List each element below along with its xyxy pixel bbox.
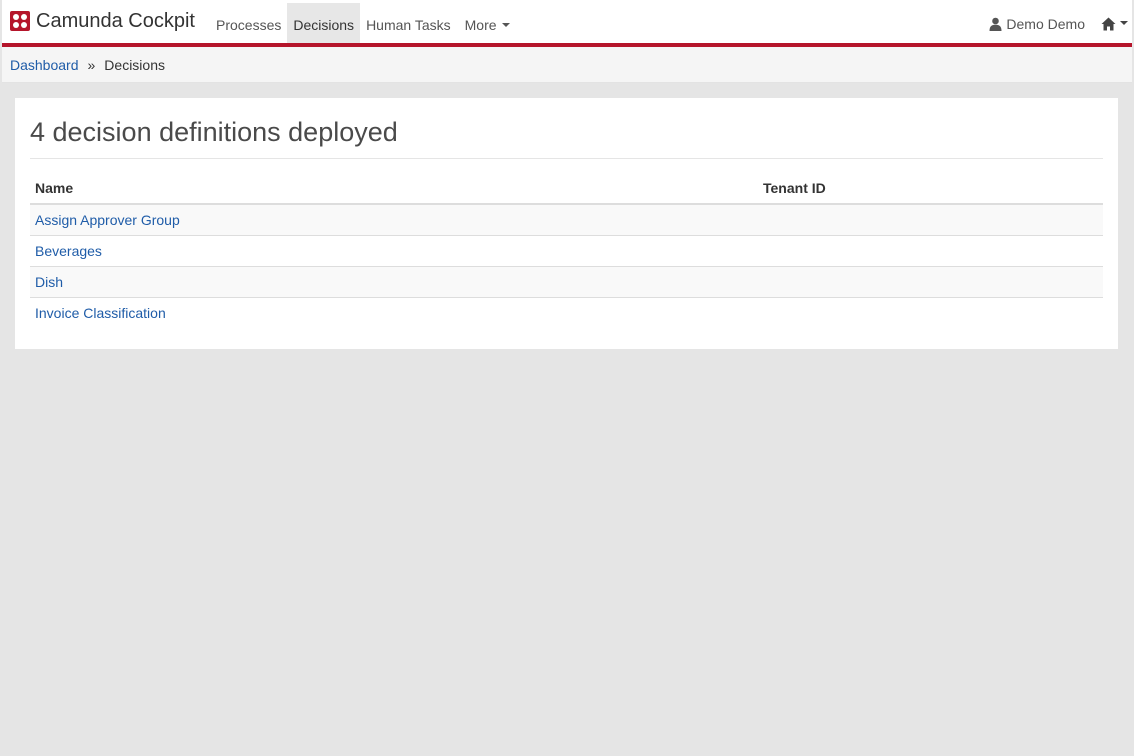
cell-name: Invoice Classification: [30, 297, 758, 328]
cell-tenant-id: [758, 235, 1103, 267]
decision-definitions-table: Name Tenant ID Assign Approver Group Bev…: [30, 173, 1103, 328]
nav-item-processes[interactable]: Processes: [210, 3, 287, 43]
page-title: 4 decision definitions deployed: [30, 117, 398, 147]
nav-item-human-tasks[interactable]: Human Tasks: [360, 3, 457, 43]
cell-tenant-id: [758, 204, 1103, 236]
decision-link[interactable]: Invoice Classification: [35, 305, 166, 321]
nav-item-more-label: More: [464, 17, 497, 33]
table-header-row: Name Tenant ID: [30, 173, 1103, 205]
cell-name: Beverages: [30, 235, 758, 267]
decision-link[interactable]: Dish: [35, 274, 63, 290]
table-row: Beverages: [30, 235, 1103, 267]
home-icon: [1101, 17, 1116, 31]
table-row: Dish: [30, 266, 1103, 298]
home-menu[interactable]: [1101, 17, 1128, 31]
user-name: Demo Demo: [1006, 16, 1085, 32]
table-row: Assign Approver Group: [30, 204, 1103, 236]
camunda-logo-icon: [10, 11, 30, 31]
column-header-name: Name: [30, 173, 758, 205]
column-header-tenant-id: Tenant ID: [758, 173, 1103, 205]
top-navbar: Camunda Cockpit Processes Decisions Huma…: [2, 0, 1132, 47]
brand-title: Camunda Cockpit: [36, 10, 195, 32]
breadcrumb: Dashboard » Decisions: [10, 57, 165, 73]
decision-link[interactable]: Assign Approver Group: [35, 212, 180, 228]
table-row: Invoice Classification: [30, 297, 1103, 328]
decisions-panel: 4 decision definitions deployed Name Ten…: [15, 98, 1118, 349]
nav-item-more[interactable]: More: [457, 3, 516, 43]
chevron-down-icon: [501, 23, 510, 28]
decision-link[interactable]: Beverages: [35, 243, 102, 259]
title-divider: [30, 158, 1103, 159]
breadcrumb-separator: »: [87, 57, 96, 73]
brand-link[interactable]: Camunda Cockpit: [10, 9, 195, 33]
breadcrumb-dashboard-link[interactable]: Dashboard: [10, 57, 79, 73]
cell-name: Assign Approver Group: [30, 204, 758, 236]
cell-tenant-id: [758, 297, 1103, 328]
nav-item-decisions[interactable]: Decisions: [287, 3, 361, 43]
breadcrumb-bar: Dashboard » Decisions: [2, 47, 1132, 83]
chevron-down-icon: [1120, 21, 1128, 25]
nav-right: Demo Demo: [989, 3, 1128, 43]
cell-name: Dish: [30, 266, 758, 298]
app-frame: Camunda Cockpit Processes Decisions Huma…: [2, 0, 1132, 756]
main-nav: Processes Decisions Human Tasks More: [210, 3, 516, 43]
user-icon: [989, 17, 1002, 31]
cell-tenant-id: [758, 266, 1103, 298]
breadcrumb-current: Decisions: [104, 57, 165, 73]
user-menu[interactable]: Demo Demo: [989, 16, 1085, 32]
